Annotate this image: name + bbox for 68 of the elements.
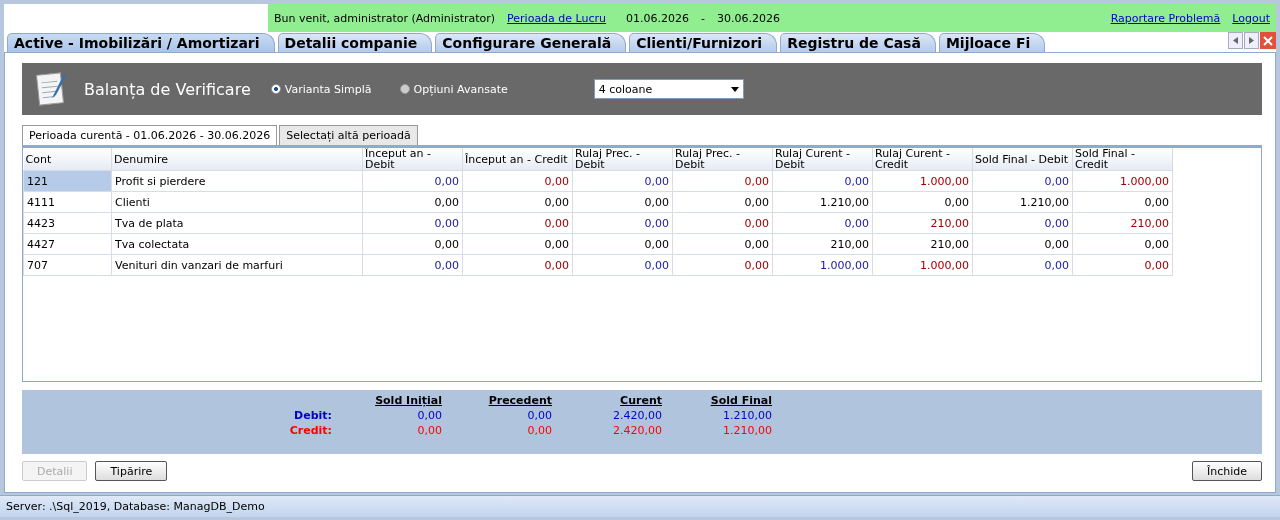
close-button[interactable] [1260, 32, 1276, 49]
table-cell: 707 [23, 254, 112, 276]
period-link[interactable]: Perioada de Lucru [507, 11, 607, 25]
scroll-right-button[interactable] [1244, 32, 1259, 49]
welcome-text: Bun venit, administrator (Administrator) [274, 11, 496, 25]
module-tab[interactable]: Configurare Generală [435, 33, 627, 52]
right-arrow-icon [1249, 37, 1254, 44]
table-cell: 1.000,00 [1072, 170, 1173, 192]
header-link[interactable]: Logout [1232, 11, 1270, 25]
column-header[interactable]: Rulaj Curent - Debit [772, 148, 873, 171]
totals-value: 0,00 [416, 424, 442, 437]
columns-dropdown[interactable]: 4 coloane [593, 79, 744, 99]
period-start: 01.06.2026 [626, 11, 690, 25]
module-tab[interactable]: Detalii companie [277, 33, 433, 52]
header-link[interactable]: Raportare Problemă [1110, 11, 1221, 25]
totals-value: 0,00 [526, 424, 552, 437]
column-header[interactable]: Rulaj Prec. - Debit [572, 148, 673, 171]
module-tab[interactable]: Mijloace Fi [938, 33, 1046, 52]
close-form-button[interactable]: Închide [1191, 461, 1262, 481]
table-cell: 4427 [23, 233, 112, 255]
table-cell: 0,00 [362, 170, 463, 192]
totals-heading: Curent [619, 394, 662, 407]
totals-label: Debit: [293, 409, 332, 422]
period-separator: - [701, 11, 705, 25]
column-header[interactable]: Sold Final - Debit [972, 148, 1073, 171]
table-cell: 0,00 [572, 170, 673, 192]
column-header[interactable]: Rulaj Curent - Credit [872, 148, 973, 171]
close-icon [1263, 35, 1273, 46]
period-tab[interactable]: Selectați altă perioadă [279, 125, 418, 146]
table-cell: Clienti [111, 191, 363, 213]
column-header[interactable]: Început an - Credit [462, 148, 573, 171]
table-cell: 0,00 [772, 170, 873, 192]
table-cell: Venituri din vanzari de marfuri [111, 254, 363, 276]
column-header[interactable]: Denumire [111, 148, 363, 171]
table-cell: 0,00 [972, 170, 1073, 192]
action-button[interactable]: Tipărire [95, 461, 168, 481]
totals-value: 0,00 [526, 409, 552, 422]
period-tab[interactable]: Perioada curentă - 01.06.2026 - 30.06.2026 [22, 125, 278, 146]
period-end: 30.06.2026 [717, 11, 780, 25]
column-header[interactable]: Cont [23, 148, 112, 171]
totals-value: 1.210,00 [722, 409, 772, 422]
table-cell: Profit si pierdere [111, 170, 363, 192]
status-text: Server: .\Sql_2019, Database: ManagDB_Demo [6, 500, 265, 513]
module-tab[interactable]: Active - Imobilizări / Amortizari [7, 33, 275, 52]
table-cell: Tva de plata [111, 212, 363, 234]
table-cell: 0,00 [672, 170, 773, 192]
totals-label: Credit: [288, 424, 332, 437]
report-title: Balanța de Verificare [84, 79, 251, 99]
table-cell: 4423 [23, 212, 112, 234]
table-cell: 4111 [23, 191, 112, 213]
table-cell: Tva colectata [111, 233, 363, 255]
totals-heading: Sold Inițial [374, 394, 442, 407]
scroll-left-button[interactable] [1228, 32, 1243, 49]
totals-heading: Precedent [487, 394, 552, 407]
left-arrow-icon [1233, 37, 1238, 44]
totals-value: 0,00 [416, 409, 442, 422]
totals-value: 2.420,00 [612, 424, 662, 437]
module-tab[interactable]: Clienti/Furnizori [629, 33, 778, 52]
totals-value: 2.420,00 [612, 409, 662, 422]
column-header[interactable]: Rulaj Prec. - Debit [672, 148, 773, 171]
table-cell: 1.000,00 [872, 170, 973, 192]
totals-value: 1.210,00 [722, 424, 772, 437]
totals-heading: Sold Final [709, 394, 772, 407]
column-header[interactable]: Sold Final - Credit [1072, 148, 1173, 171]
table-cell: 0,00 [462, 170, 573, 192]
module-tab[interactable]: Registru de Casă [780, 33, 936, 52]
dropdown-caret-icon [730, 86, 739, 92]
table-cell: 121 [23, 170, 112, 192]
